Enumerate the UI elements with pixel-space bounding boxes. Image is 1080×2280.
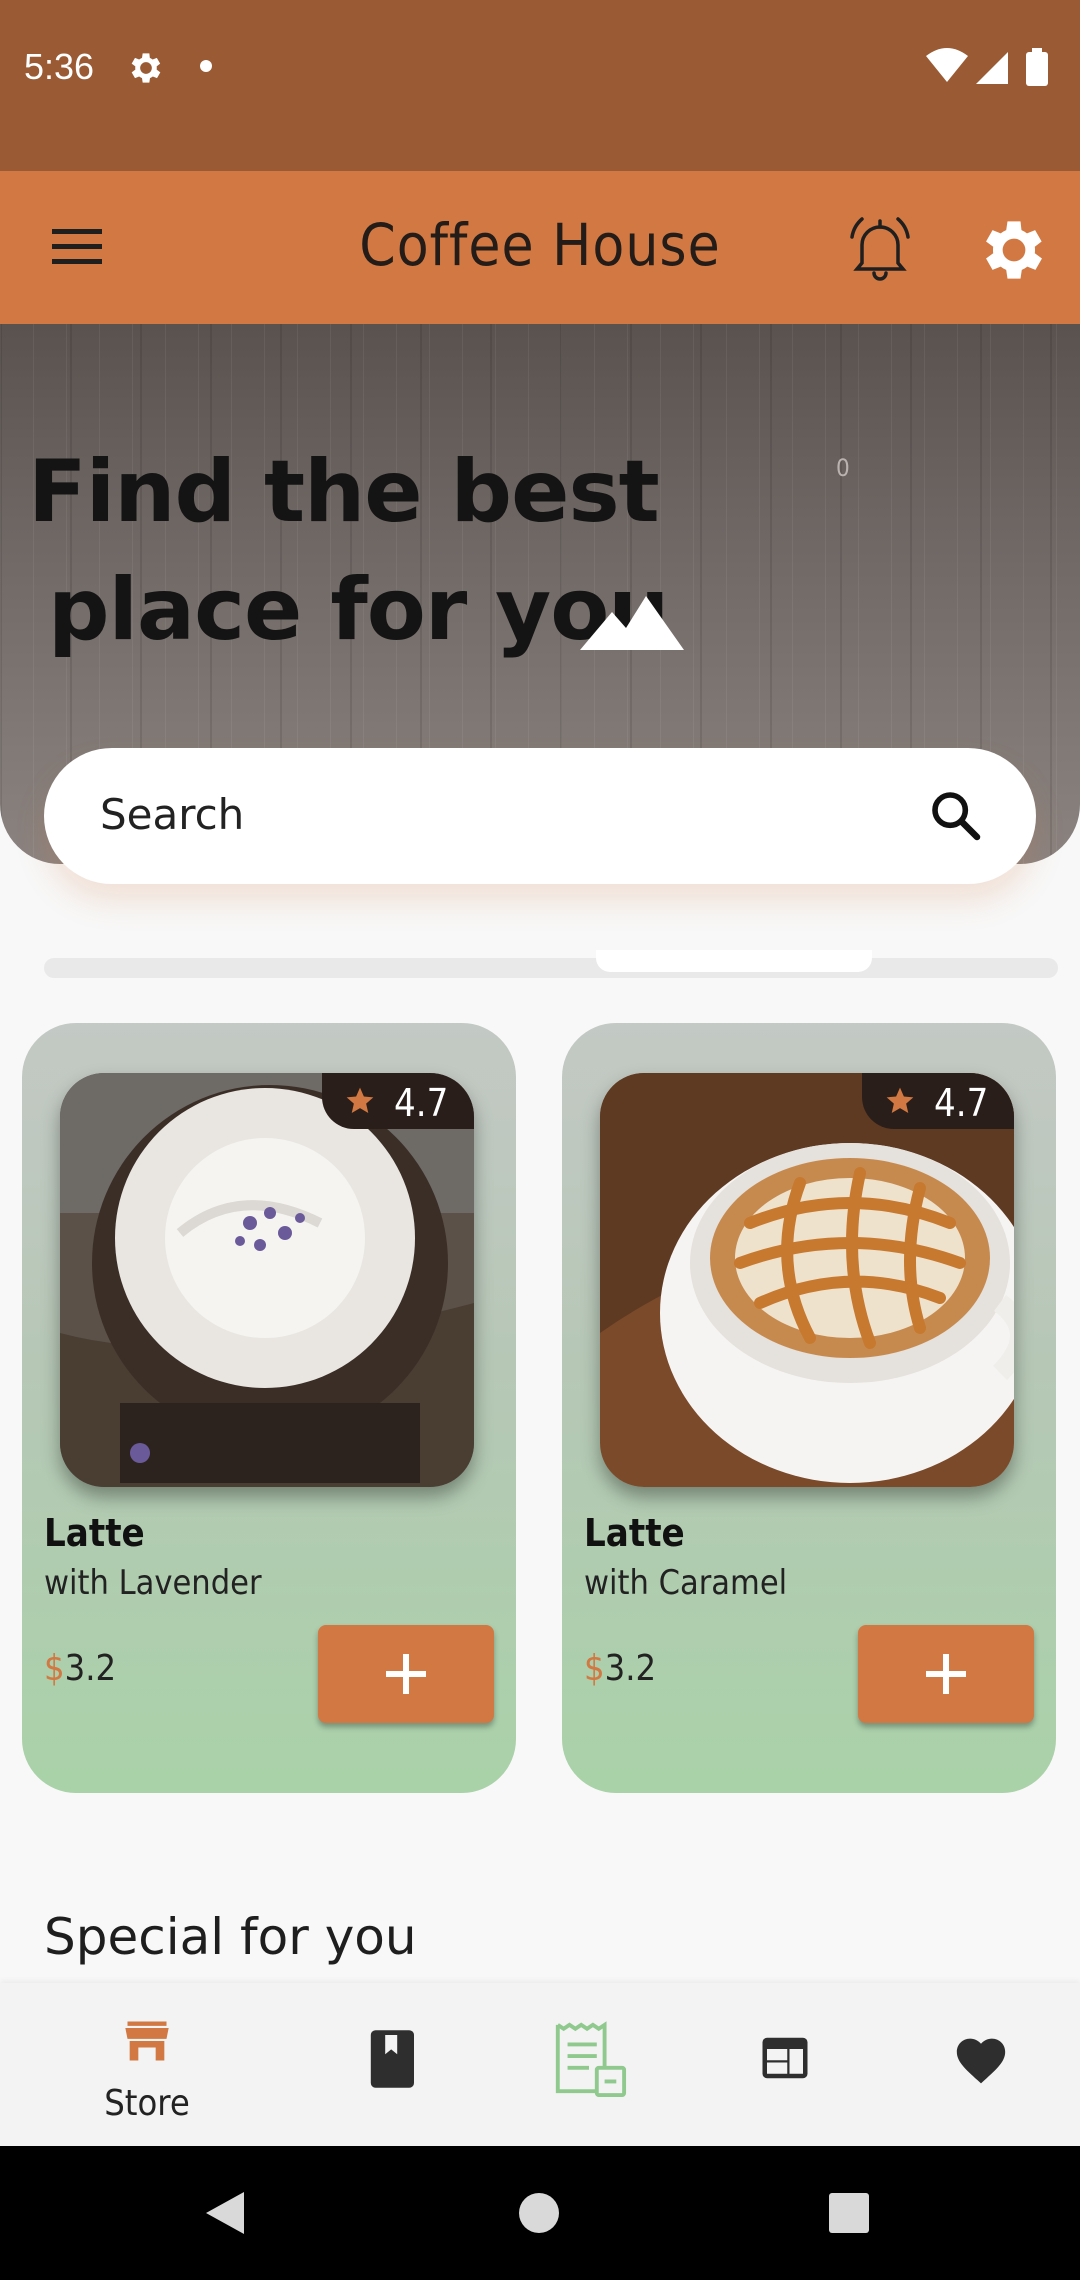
status-time: 5:36 [24, 46, 95, 87]
rating-value: 4.7 [394, 1081, 449, 1125]
lavender-latte-image: 4.7 [60, 1073, 474, 1487]
settings-icon[interactable] [975, 211, 1053, 289]
status-bar: 5:36 [0, 0, 1080, 171]
nav-label-store: Store [104, 2083, 190, 2124]
back-icon[interactable] [204, 2190, 246, 2236]
product-description: with Lavender [44, 1563, 262, 1603]
recents-icon[interactable] [828, 2192, 870, 2234]
plus-icon [386, 1654, 426, 1694]
nav-item-store[interactable]: Store [80, 1983, 214, 2146]
product-price: $3.2 [584, 1648, 656, 1689]
alarm-bell-icon[interactable] [840, 207, 920, 287]
add-to-cart-button[interactable] [858, 1625, 1034, 1723]
special-section-title: Special for you [44, 1908, 417, 1966]
price-value: 3.2 [64, 1648, 117, 1689]
product-price: $3.2 [44, 1648, 116, 1689]
add-to-cart-button[interactable] [318, 1625, 494, 1723]
calendar-grid-icon [762, 2037, 808, 2079]
rating-value: 4.7 [934, 1081, 989, 1125]
star-icon [346, 1087, 374, 1113]
nav-item-orders[interactable] [545, 1983, 629, 2146]
product-card[interactable]: 4.7 Latte with Lavender $3.2 [22, 1023, 516, 1793]
bottom-navigation: Store [0, 1983, 1080, 2146]
product-card[interactable]: 4.7 Latte with Caramel $3.2 [562, 1023, 1056, 1793]
search-bar[interactable]: Search [44, 748, 1036, 884]
mountain-icon [580, 596, 684, 650]
caramel-latte-image: 4.7 [600, 1073, 1014, 1487]
battery-icon [1026, 52, 1048, 86]
notification-dot [200, 60, 212, 72]
rating-badge: 4.7 [862, 1073, 1014, 1129]
price-value: 3.2 [604, 1648, 657, 1689]
price-currency: $ [44, 1648, 65, 1689]
receipt-icon [555, 2021, 627, 2098]
store-icon [125, 2021, 169, 2061]
wifi-icon [926, 48, 968, 82]
heart-icon [956, 2038, 1006, 2084]
product-name: Latte [584, 1511, 685, 1555]
book-icon [370, 2030, 414, 2088]
nav-item-menu-book[interactable] [350, 1983, 430, 2146]
app-bar: Coffee House [0, 171, 1080, 324]
hero-mark: 0 [836, 454, 850, 482]
system-navigation-bar [0, 2146, 1080, 2280]
hero-title-line-2: place for you [48, 560, 670, 660]
search-icon[interactable] [928, 788, 984, 844]
price-currency: $ [584, 1648, 605, 1689]
category-tab-indicator[interactable] [596, 950, 872, 972]
plus-icon [926, 1654, 966, 1694]
signal-icon [976, 52, 1008, 84]
nav-item-schedule[interactable] [755, 1983, 815, 2146]
rating-badge: 4.7 [322, 1073, 474, 1129]
star-icon [886, 1087, 914, 1113]
status-settings-icon [131, 53, 161, 83]
home-icon[interactable] [518, 2192, 560, 2234]
search-input[interactable]: Search [100, 790, 244, 839]
product-name: Latte [44, 1511, 145, 1555]
hero-title-line-1: Find the best [28, 442, 660, 542]
category-tabs-strip[interactable] [44, 958, 1058, 978]
product-description: with Caramel [584, 1563, 788, 1603]
nav-item-favorites[interactable] [948, 1983, 1014, 2146]
status-system-icons [926, 48, 1048, 86]
